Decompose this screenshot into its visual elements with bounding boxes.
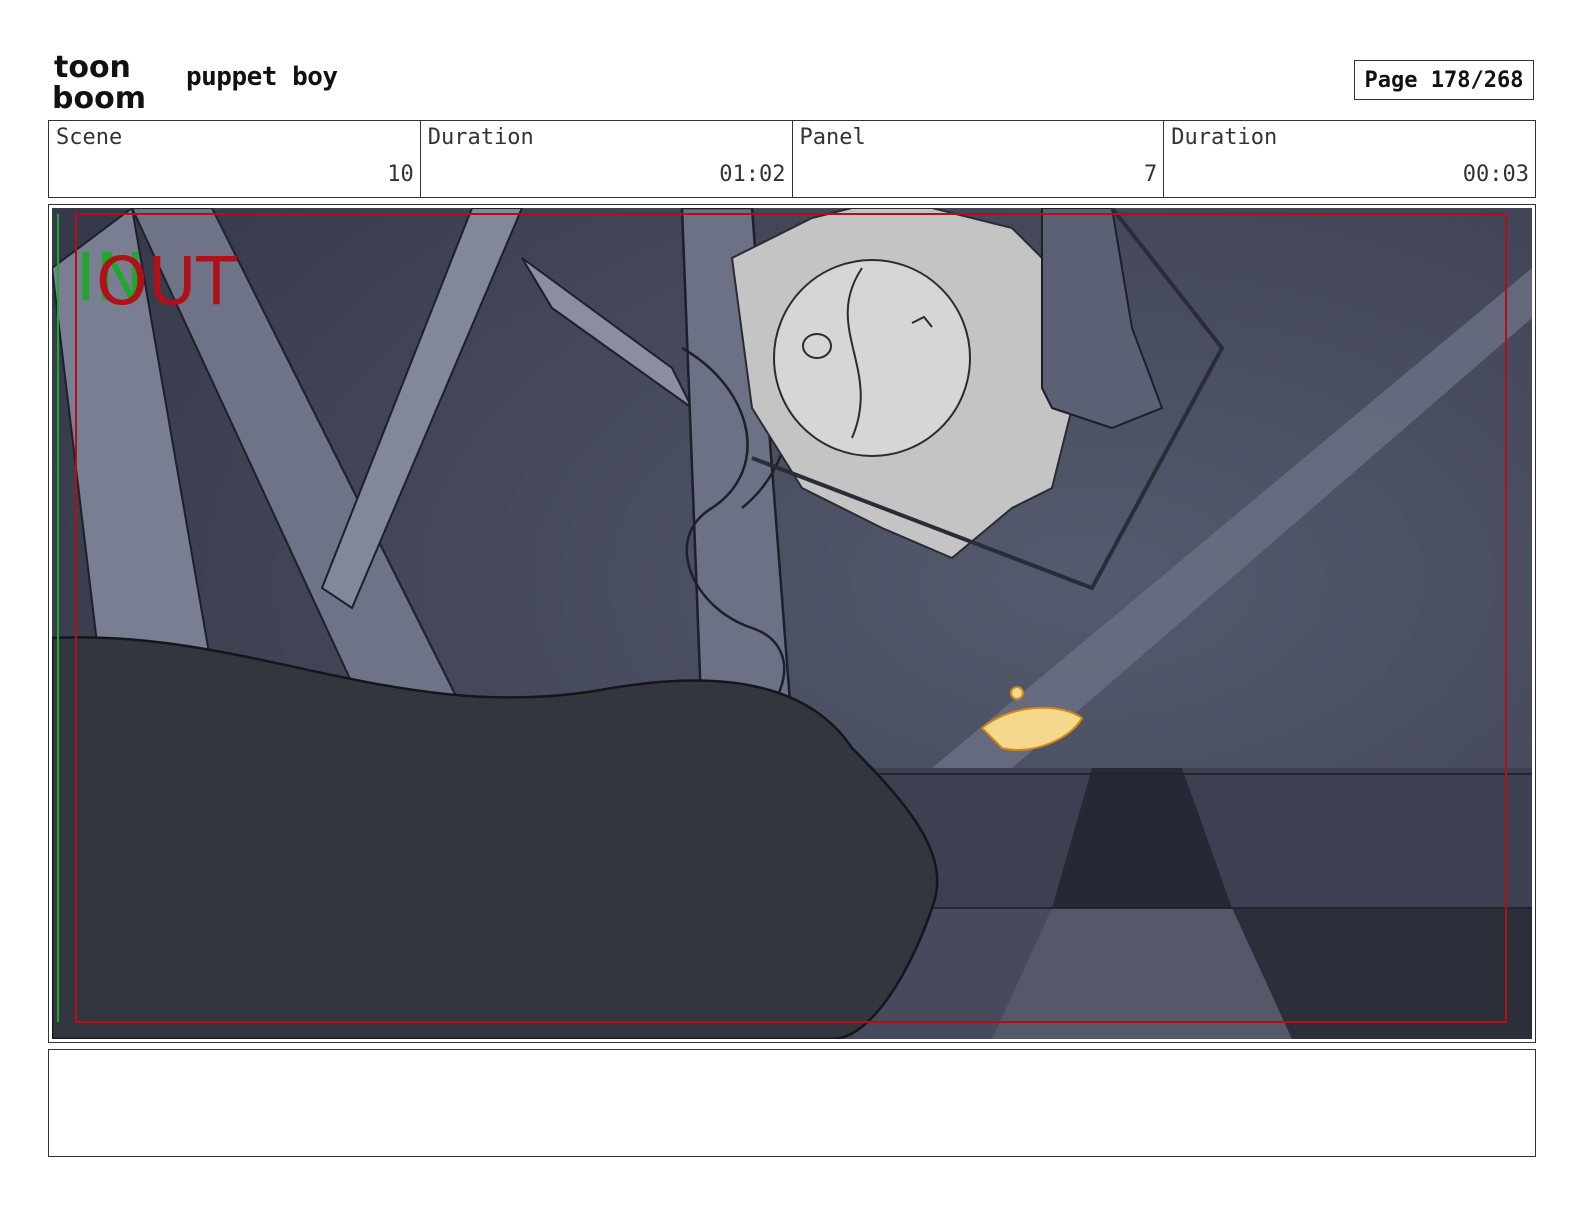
scene-duration-value: 01:02 xyxy=(719,162,786,187)
logo-line1: toon xyxy=(54,50,131,85)
scene-duration-label: Duration xyxy=(427,125,534,150)
panel-cell: Panel 7 xyxy=(793,121,1165,197)
panel-notes-box xyxy=(48,1049,1536,1157)
panel-label: Panel xyxy=(799,125,866,150)
page-number: Page 178/268 xyxy=(1354,60,1534,100)
panel-value: 7 xyxy=(1144,162,1158,187)
project-title: puppet boy xyxy=(186,62,338,92)
scene-label: Scene xyxy=(56,125,123,150)
out-marker: OUT xyxy=(96,243,237,320)
panel-duration-label: Duration xyxy=(1171,125,1278,150)
storyboard-panel-image: IN OUT xyxy=(52,208,1532,1039)
scene-value: 10 xyxy=(387,162,414,187)
toon-boom-logo: toon boom xyxy=(52,50,164,116)
checkered-floor xyxy=(852,768,1532,1039)
scene-cell: Scene 10 xyxy=(49,121,421,197)
panel-duration-cell: Duration 00:03 xyxy=(1164,121,1535,197)
scene-duration-cell: Duration 01:02 xyxy=(421,121,793,197)
panel-duration-value: 00:03 xyxy=(1462,162,1529,187)
panel-info-table: Scene 10 Duration 01:02 Panel 7 Duration… xyxy=(48,120,1536,198)
logo-line2: boom xyxy=(52,81,146,112)
